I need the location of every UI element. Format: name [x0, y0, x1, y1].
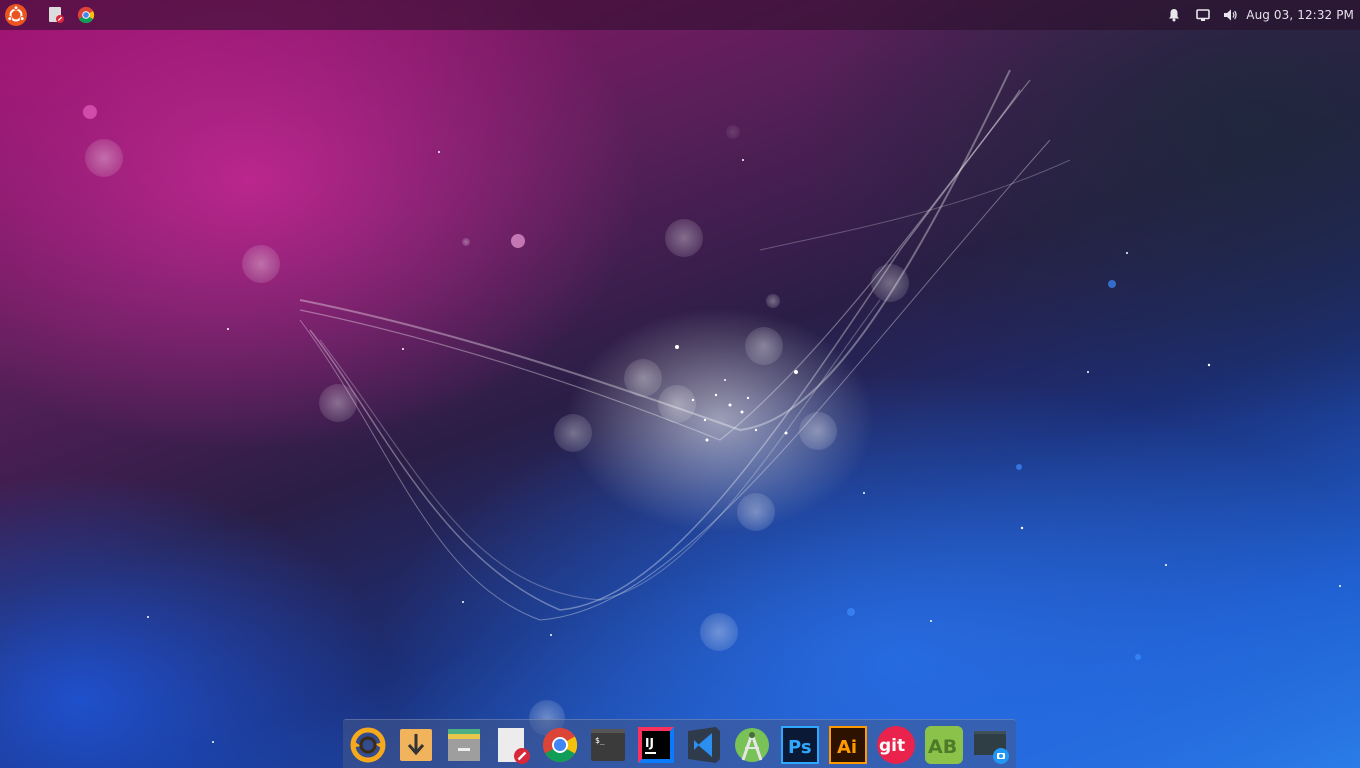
dock-item-screenshot[interactable] — [972, 725, 1012, 765]
illustrator-label: Ai — [837, 737, 857, 758]
file-manager-icon — [448, 729, 480, 761]
notification-bell-icon[interactable] — [1164, 0, 1184, 30]
intellij-label: IJ — [645, 736, 654, 750]
text-editor-icon[interactable] — [45, 0, 67, 30]
dock-item-terminal[interactable]: $_ — [588, 725, 628, 765]
vscode-icon — [688, 727, 720, 763]
chrome-icon — [542, 727, 578, 763]
dock-item-android-studio[interactable] — [732, 725, 772, 765]
dock-item-intellij[interactable]: IJ — [636, 725, 676, 765]
ab-app-label: AB — [928, 736, 957, 758]
dock-item-git[interactable]: git — [876, 725, 916, 765]
chrome-icon[interactable] — [75, 0, 97, 30]
dock-item-vscode[interactable] — [684, 725, 724, 765]
top-panel: Aug 03, 12:32 PM — [0, 0, 1360, 30]
android-studio-icon — [735, 728, 769, 762]
download-manager-icon — [400, 729, 432, 761]
dock-item-ab-app[interactable]: AB — [924, 725, 964, 765]
panel-clock[interactable]: Aug 03, 12:32 PM — [1246, 0, 1354, 30]
terminal-label: $_ — [595, 736, 605, 745]
volume-icon[interactable] — [1220, 0, 1240, 30]
wallpaper-art — [83, 69, 1341, 743]
sync-app-icon — [350, 727, 386, 763]
photoshop-label: Ps — [788, 737, 812, 758]
git-label: git — [879, 736, 905, 756]
desktop-wallpaper — [0, 0, 1360, 768]
screenshot-icon — [974, 731, 1009, 764]
text-editor-icon — [498, 728, 530, 764]
dock-item-photoshop[interactable]: Ps — [780, 725, 820, 765]
dock-item-download-manager[interactable] — [396, 725, 436, 765]
intellij-icon: IJ — [638, 727, 674, 763]
photoshop-icon: Ps — [781, 726, 819, 764]
terminal-icon: $_ — [591, 729, 625, 761]
dock-item-illustrator[interactable]: Ai — [828, 725, 868, 765]
dock: $_ IJ Ps Ai git AB — [343, 719, 1016, 768]
ubuntu-logo-icon[interactable] — [3, 0, 29, 30]
display-icon[interactable] — [1193, 0, 1213, 30]
dock-item-sync-app[interactable] — [348, 725, 388, 765]
git-icon: git — [877, 726, 915, 764]
dock-item-text-editor[interactable] — [492, 725, 532, 765]
illustrator-icon: Ai — [829, 726, 867, 764]
ab-app-icon: AB — [925, 726, 963, 764]
dock-item-chrome[interactable] — [540, 725, 580, 765]
dock-item-file-manager[interactable] — [444, 725, 484, 765]
